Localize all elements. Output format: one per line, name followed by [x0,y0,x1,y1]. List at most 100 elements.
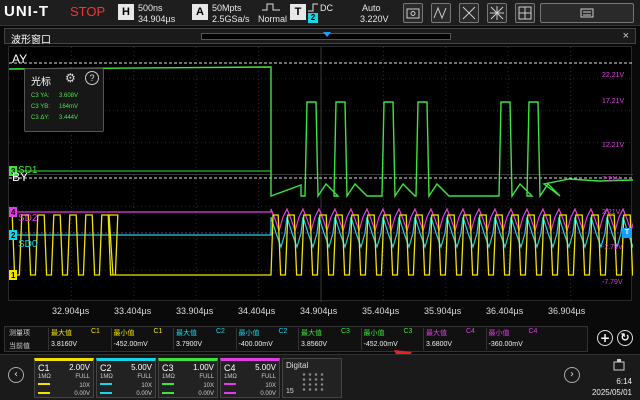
measure-channel: C1 [153,328,163,335]
channel-offset: 0.00V [74,391,90,397]
channel-probe: 10X [141,383,152,389]
time-tick-label: 35.404µs [362,306,400,316]
cursor-dy-label: C3 ΔY: [31,115,50,121]
voltage-tick-label: 7.21V [602,176,621,183]
time-tick-label: 33.404µs [114,306,152,316]
time-tick-label: 34.404µs [238,306,276,316]
refresh-icon[interactable]: ↻ [617,330,633,346]
digital-count: 15 [286,388,294,395]
measure-value: 3.8560V [301,341,328,348]
measurement-strip[interactable]: 测量项 当前值 最大值 C1 3.8160V 最小值 C1 -452.00mV 最大值 C2 3… [4,326,588,352]
measure-channel: C3 [341,328,350,335]
auto-set-icon[interactable] [431,3,451,23]
channel-box-c4[interactable]: C4 5.00V 1MΩ FULL 10X 0.00V [220,358,280,398]
measure-channel: C2 [278,328,288,335]
close-icon[interactable]: × [623,30,629,42]
bottom-channel-bar: ‹ C1 2.00V 1MΩ FULL 10X 0.00V C2 5.00V 1MΩ FULL 10… [0,354,640,400]
time-tick-label: 32.904µs [52,306,90,316]
invert-icon [38,392,50,394]
cursor-ya-value: 3.608V [59,93,79,99]
measure-name[interactable]: 最大值 [301,328,322,338]
channel-box-c2[interactable]: C2 5.00V 1MΩ FULL 10X 0.00V [96,358,156,398]
measure-value: -360.00mV [488,341,523,348]
current-value-label: 当前值 [9,343,30,350]
channel-box-c1[interactable]: C1 2.00V 1MΩ FULL 10X 0.00V [34,358,94,398]
trigger-key[interactable]: T [290,4,306,20]
measure-separator [110,328,112,350]
measure-value: -400.00mV [238,341,273,348]
cursor-yb-value: 164mV [59,104,79,110]
trigger-edge-icon [308,3,318,12]
channel-name: C3 [162,363,174,373]
channel-probe: 10X [265,383,276,389]
channel-name: C1 [38,363,50,373]
measure-name[interactable]: 最大值 [51,328,72,338]
time-tick-label: 36.404µs [486,306,524,316]
nav-left-icon[interactable]: ‹ [8,367,24,383]
window-title: 波形窗口 [11,35,51,46]
cursor-panel[interactable]: 光标 ⚙ ? C3 YA: 3.608V C3 YB: 164mV C3 ΔY: 3.… [24,68,104,132]
cursor-yb-label: C3 YB: [31,104,50,110]
channel-bandwidth: FULL [261,374,276,380]
cursor-panel-title: 光标 [31,77,51,88]
sd0-label: SD0 [18,239,38,250]
digital-channel-box[interactable]: Digital 15 [282,358,342,398]
measure-separator [360,328,362,350]
window-layout-icon[interactable] [515,3,535,23]
coupling-icon [38,383,50,385]
trigger-level[interactable]: 3.220V [360,14,389,24]
digital-label: Digital [286,361,309,370]
measure-name[interactable]: 最小值 [489,328,510,338]
horizontal-key[interactable]: H [118,4,134,20]
measure-name[interactable]: 最小值 [239,328,260,338]
channel-box-c3[interactable]: C3 1.00V 1MΩ FULL 10X 0.00V [158,358,218,398]
measure-separator [423,328,424,350]
screenshot-icon[interactable] [403,3,423,23]
channel-probe: 10X [79,383,90,389]
cursor-dy-value: 3.444V [59,115,79,121]
measure-channel: C2 [216,328,225,335]
measure-name[interactable]: 最小值 [364,328,385,338]
nav-right-icon[interactable]: › [564,367,580,383]
cursor-row-dy: C3 ΔY: 3.444V [31,115,78,121]
sample-rate[interactable]: 2.5GSa/s [212,14,250,24]
measure-separator [173,328,174,350]
channel-scale: 5.00V [255,363,276,372]
acquisition-mode[interactable]: Normal [258,14,287,24]
measure-value: -452.00mV [113,341,148,348]
trigger-mode[interactable]: Auto [362,3,381,13]
settings-gear-icon[interactable]: ⚙ [65,71,76,85]
top-status-bar: UNI-T STOP H 500ns 34.904µs A 50Mpts 2.5… [0,0,640,26]
channel-marker-label: 2 [11,231,16,240]
voltage-tick-label: 17.21V [602,98,625,105]
timebase-value[interactable]: 500ns [138,3,163,13]
measure-name[interactable]: 最大值 [426,328,447,338]
acquire-key[interactable]: A [192,4,208,20]
trigger-source[interactable]: 2 [308,13,318,23]
measure-channel: C1 [91,328,100,335]
horizontal-position[interactable]: 34.904µs [138,14,175,24]
time-tick-label: 34.904µs [300,306,338,316]
help-icon[interactable]: ? [85,71,99,85]
memory-depth[interactable]: 50Mpts [212,3,242,13]
add-icon[interactable]: + [597,330,613,346]
acq-waveform-icon [262,3,280,11]
measure-separator [48,328,49,350]
measure-name[interactable]: 最小值 [114,328,135,338]
measure-separator [485,328,487,350]
cursor-mode-icon[interactable] [459,3,479,23]
grid-mode-icon[interactable] [487,3,507,23]
voltage-tick-label: -7.79V [602,279,623,286]
trigger-coupling[interactable]: DC [320,3,333,13]
coupling-icon [100,383,112,385]
channel-impedance: 1MΩ [224,374,237,380]
menu-bar-icon[interactable] [540,3,634,23]
cursor-a-label[interactable]: AY [12,52,27,66]
run-state-indicator[interactable]: STOP [70,4,105,19]
measure-name[interactable]: 最大值 [176,328,197,338]
digital-grid-icon [301,372,325,392]
channel-marker-label: 1 [11,271,16,280]
measure-value: 3.7900V [176,341,203,348]
channel-scale: 1.00V [193,363,214,372]
trigger-level-marker[interactable]: T [622,228,632,238]
